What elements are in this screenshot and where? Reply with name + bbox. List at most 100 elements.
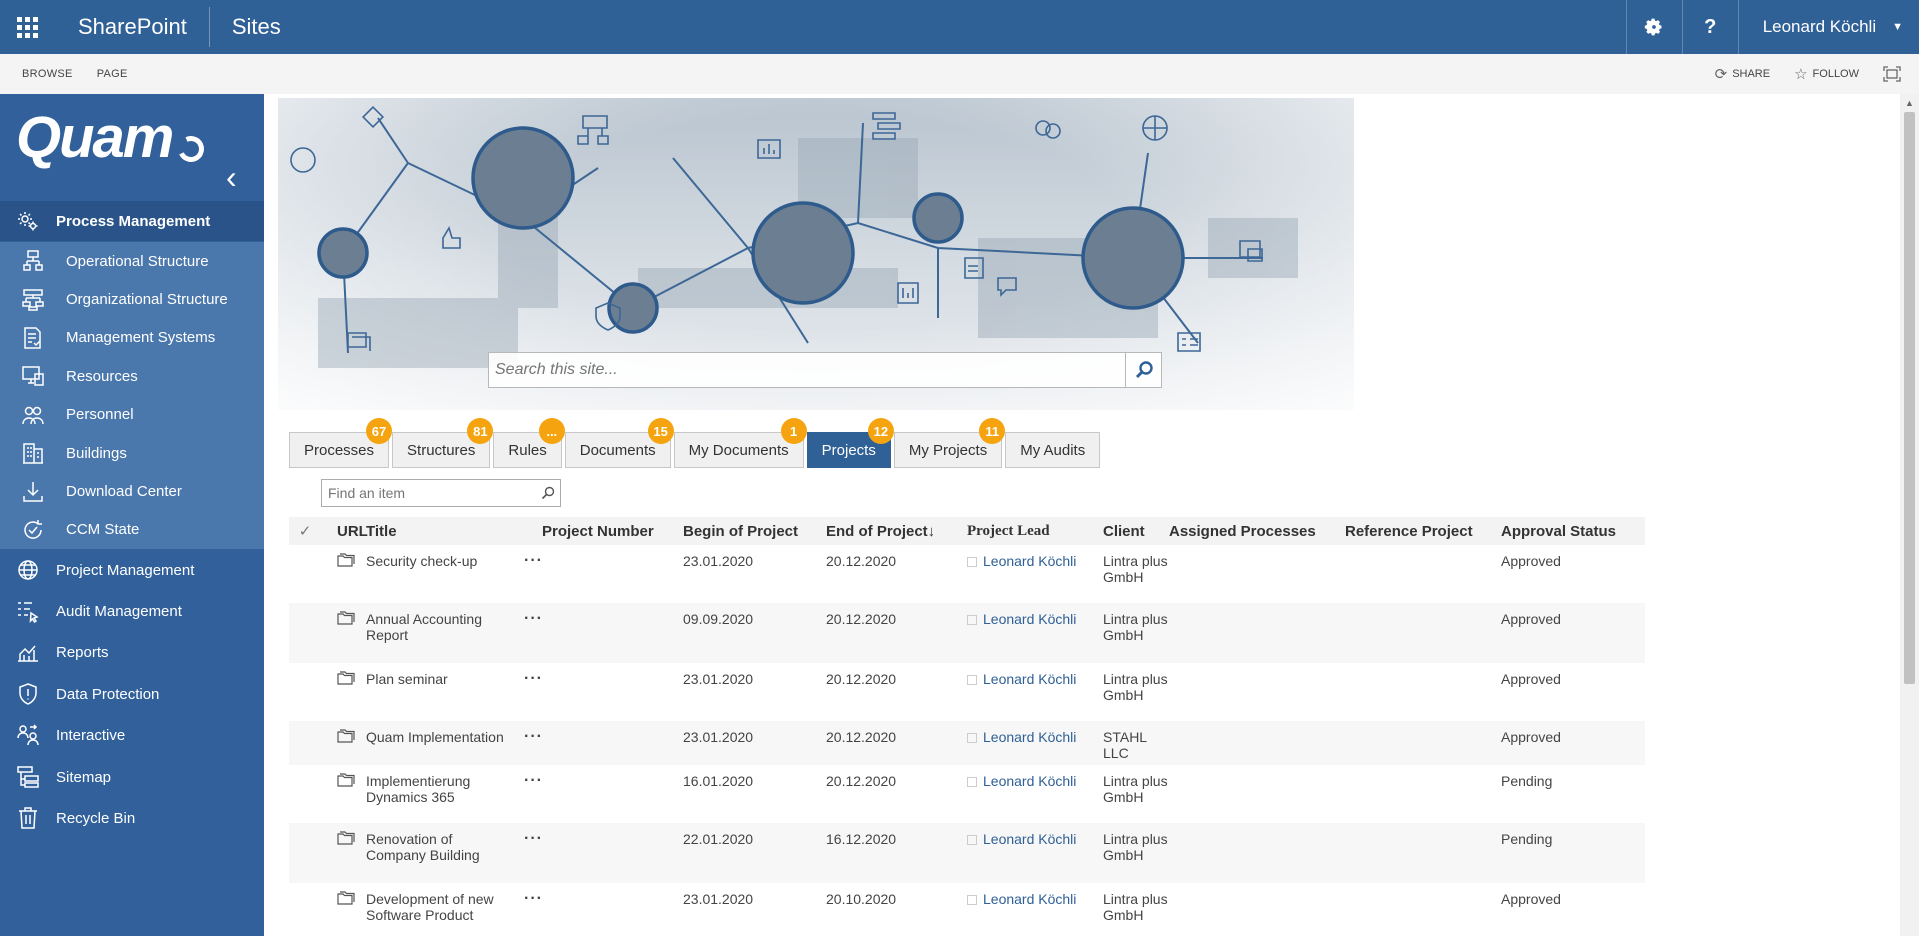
- nav-interactive[interactable]: Interactive: [0, 715, 264, 755]
- tab-documents[interactable]: Documents 15: [564, 418, 674, 468]
- nav-sitemap[interactable]: Sitemap: [0, 757, 264, 797]
- nav-recycle-bin[interactable]: Recycle Bin: [0, 798, 264, 838]
- tab-projects[interactable]: Projects 12: [806, 418, 894, 468]
- ellipsis-menu-icon[interactable]: ···: [524, 721, 542, 765]
- settings-button[interactable]: [1625, 0, 1682, 54]
- find-item-input[interactable]: [322, 485, 536, 501]
- nav-operational-structure[interactable]: Operational Structure: [0, 242, 264, 280]
- nav-process-management[interactable]: Process Management: [0, 201, 264, 241]
- nav-personnel[interactable]: Personnel: [0, 396, 264, 434]
- row-title[interactable]: Security check-up: [366, 545, 524, 603]
- tab-rules[interactable]: Rules...: [493, 418, 565, 468]
- header-client[interactable]: Client: [1103, 523, 1169, 540]
- nav-management-systems[interactable]: Management Systems: [0, 319, 264, 357]
- row-project-lead[interactable]: Leonard Köchli: [967, 545, 1103, 603]
- row-project-lead[interactable]: Leonard Köchli: [967, 883, 1103, 941]
- user-menu[interactable]: Leonard Köchli ▼: [1737, 0, 1919, 54]
- row-checkbox[interactable]: [289, 883, 321, 941]
- ellipsis-menu-icon[interactable]: ···: [524, 663, 542, 721]
- header-project-lead[interactable]: Project Lead: [967, 523, 1103, 540]
- collapse-nav-icon[interactable]: ‹: [226, 161, 246, 193]
- row-checkbox[interactable]: [289, 721, 321, 765]
- row-checkbox[interactable]: [289, 603, 321, 663]
- table-row[interactable]: Development of new Software Product ··· 23…: [289, 883, 1645, 941]
- nav-resources[interactable]: Resources: [0, 357, 264, 395]
- tab-my-audits[interactable]: My Audits: [1005, 432, 1101, 468]
- row-project-lead[interactable]: Leonard Köchli: [967, 721, 1103, 765]
- app-launcher-icon[interactable]: [0, 0, 54, 54]
- site-search-button[interactable]: [1125, 353, 1161, 387]
- nav-ccm-state[interactable]: CCM State: [0, 511, 264, 549]
- brand-link[interactable]: SharePoint: [54, 7, 210, 47]
- nav-buildings[interactable]: Buildings: [0, 434, 264, 472]
- table-row[interactable]: Quam Implementation ··· 23.01.2020 20.12.20…: [289, 721, 1645, 765]
- follow-button[interactable]: ☆ FOLLOW: [1794, 65, 1859, 83]
- nav-data-protection[interactable]: Data Protection: [0, 674, 264, 714]
- ellipsis-menu-icon[interactable]: ···: [524, 545, 542, 603]
- row-reference-project: [1345, 603, 1501, 663]
- tab-processes[interactable]: Processes 67: [289, 418, 393, 468]
- site-search-input[interactable]: [489, 353, 1125, 387]
- row-url[interactable]: [321, 823, 366, 883]
- ellipsis-menu-icon[interactable]: ···: [524, 883, 542, 941]
- row-url[interactable]: [321, 883, 366, 941]
- tab-my-documents[interactable]: My Documents 1: [673, 418, 807, 468]
- ribbon-tab-page[interactable]: PAGE: [85, 68, 140, 80]
- row-url[interactable]: [321, 545, 366, 603]
- nav-organizational-structure[interactable]: Organizational Structure: [0, 280, 264, 318]
- ellipsis-menu-icon[interactable]: ···: [524, 765, 542, 823]
- table-row[interactable]: Implementierung Dynamics 365 ··· 16.01.202…: [289, 765, 1645, 823]
- row-url[interactable]: [321, 663, 366, 721]
- header-end[interactable]: End of Project↓: [826, 523, 967, 540]
- row-checkbox[interactable]: [289, 765, 321, 823]
- row-project-lead[interactable]: Leonard Köchli: [967, 823, 1103, 883]
- row-title[interactable]: Development of new Software Product: [366, 883, 524, 941]
- table-row[interactable]: Renovation of Company Building ··· 22.01.2…: [289, 823, 1645, 883]
- header-project-number[interactable]: Project Number: [542, 523, 683, 540]
- nav-audit-management[interactable]: Audit Management: [0, 591, 264, 631]
- row-title[interactable]: Plan seminar: [366, 663, 524, 721]
- header-reference-project[interactable]: Reference Project: [1345, 523, 1501, 540]
- tab-structures[interactable]: Structures 81: [392, 418, 494, 468]
- row-url[interactable]: [321, 603, 366, 663]
- scroll-up-icon[interactable]: ▲: [1905, 98, 1914, 108]
- search-icon[interactable]: [536, 486, 560, 500]
- table-row[interactable]: Plan seminar ··· 23.01.2020 20.12.2020 Leona…: [289, 663, 1645, 721]
- header-assigned-processes[interactable]: Assigned Processes: [1169, 523, 1345, 540]
- select-all-checkbox[interactable]: ✓: [289, 522, 321, 540]
- tab-my-projects[interactable]: My Projects 11: [893, 418, 1006, 468]
- ellipsis-menu-icon[interactable]: ···: [524, 823, 542, 883]
- help-button[interactable]: ?: [1681, 0, 1738, 54]
- share-button[interactable]: ⟳ SHARE: [1715, 65, 1770, 83]
- row-project-lead[interactable]: Leonard Köchli: [967, 603, 1103, 663]
- focus-button[interactable]: [1883, 66, 1901, 82]
- table-row[interactable]: Security check-up ··· 23.01.2020 20.12.2020…: [289, 545, 1645, 603]
- page-scrollbar[interactable]: ▲: [1900, 94, 1919, 936]
- quam-logo[interactable]: Quam: [16, 104, 174, 171]
- row-project-lead[interactable]: Leonard Köchli: [967, 663, 1103, 721]
- header-begin[interactable]: Begin of Project: [683, 523, 826, 540]
- nav-project-management[interactable]: Project Management: [0, 550, 264, 590]
- row-checkbox[interactable]: [289, 823, 321, 883]
- header-title[interactable]: Title: [366, 523, 524, 540]
- row-url[interactable]: [321, 765, 366, 823]
- row-title[interactable]: Annual Accounting Report: [366, 603, 524, 663]
- row-title[interactable]: Implementierung Dynamics 365: [366, 765, 524, 823]
- sites-link[interactable]: Sites: [210, 14, 281, 40]
- table-row[interactable]: Annual Accounting Report ··· 09.09.2020 20.…: [289, 603, 1645, 663]
- scroll-thumb[interactable]: [1904, 112, 1915, 684]
- row-checkbox[interactable]: [289, 545, 321, 603]
- row-end: 20.12.2020: [826, 671, 897, 687]
- row-title[interactable]: Quam Implementation: [366, 721, 524, 765]
- header-url[interactable]: URL: [321, 523, 368, 540]
- row-assigned-processes: [1169, 765, 1345, 823]
- row-checkbox[interactable]: [289, 663, 321, 721]
- ellipsis-menu-icon[interactable]: ···: [524, 603, 542, 663]
- row-title[interactable]: Renovation of Company Building: [366, 823, 524, 883]
- nav-download-center[interactable]: Download Center: [0, 472, 264, 510]
- row-url[interactable]: [321, 721, 366, 765]
- ribbon-tab-browse[interactable]: BROWSE: [0, 68, 85, 80]
- header-approval-status[interactable]: Approval Status: [1501, 523, 1641, 540]
- row-project-lead[interactable]: Leonard Köchli: [967, 765, 1103, 823]
- nav-reports[interactable]: Reports: [0, 632, 264, 672]
